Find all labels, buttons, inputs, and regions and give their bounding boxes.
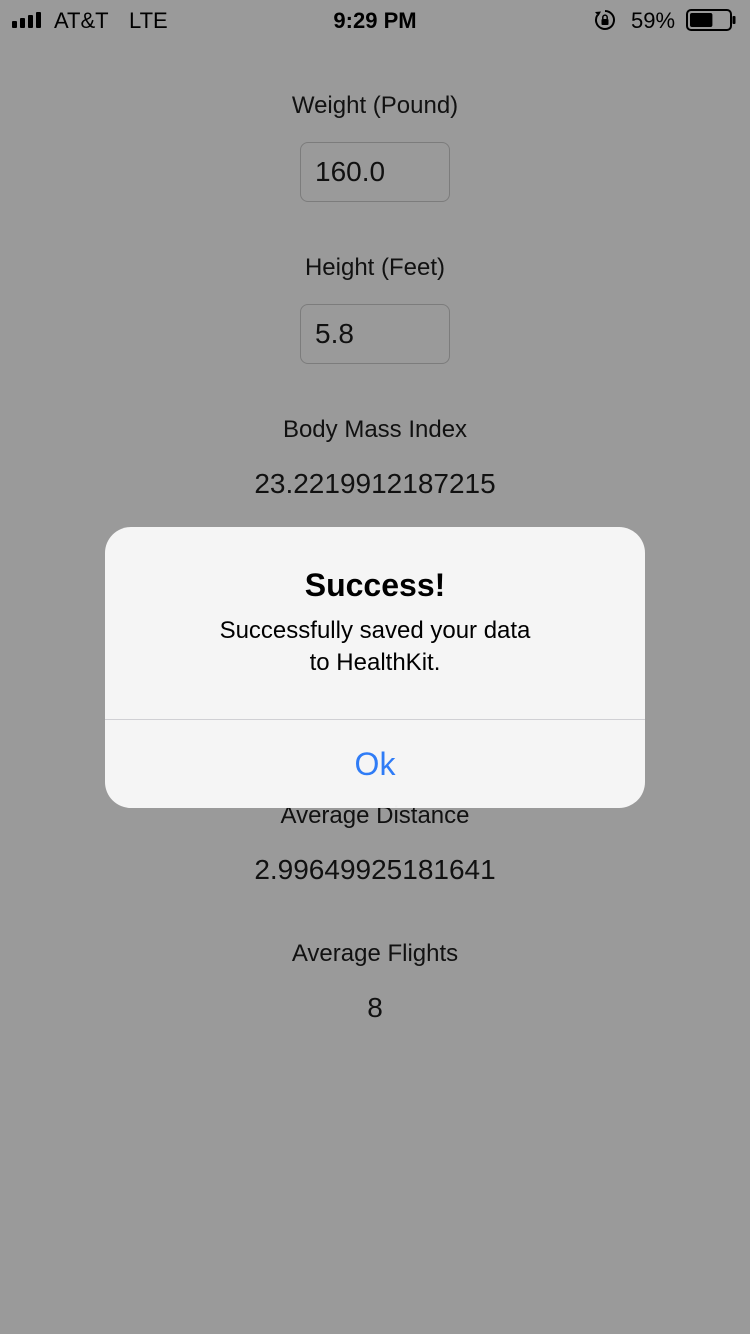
bmi-value: 23.2219912187215 xyxy=(254,468,496,499)
average-flights-value: 8 xyxy=(367,992,383,1023)
height-label: Height (Feet) xyxy=(304,254,446,281)
alert-message-line-1: Successfully saved your data xyxy=(219,617,531,644)
battery-icon xyxy=(686,9,736,31)
battery-percent: 59% xyxy=(631,8,676,33)
success-alert: Success! Successfully saved your data to… xyxy=(105,527,645,808)
alert-title: Success! xyxy=(304,567,446,603)
height-input[interactable]: 5.8 xyxy=(300,304,450,364)
status-bar: AT&T LTE 9:29 PM 59% xyxy=(0,0,750,40)
alert-message: Successfully saved your data to HealthKi… xyxy=(165,615,585,679)
average-distance-value: 2.99649925181641 xyxy=(254,854,496,885)
alert-message-line-2: to HealthKit. xyxy=(309,649,441,676)
ok-button[interactable]: Ok xyxy=(105,720,645,808)
bmi-label: Body Mass Index xyxy=(282,416,468,443)
weight-input[interactable]: 160.0 xyxy=(300,142,450,202)
average-flights-label: Average Flights xyxy=(291,940,459,967)
orientation-lock-icon xyxy=(595,10,615,30)
weight-label: Weight (Pound) xyxy=(291,92,459,119)
